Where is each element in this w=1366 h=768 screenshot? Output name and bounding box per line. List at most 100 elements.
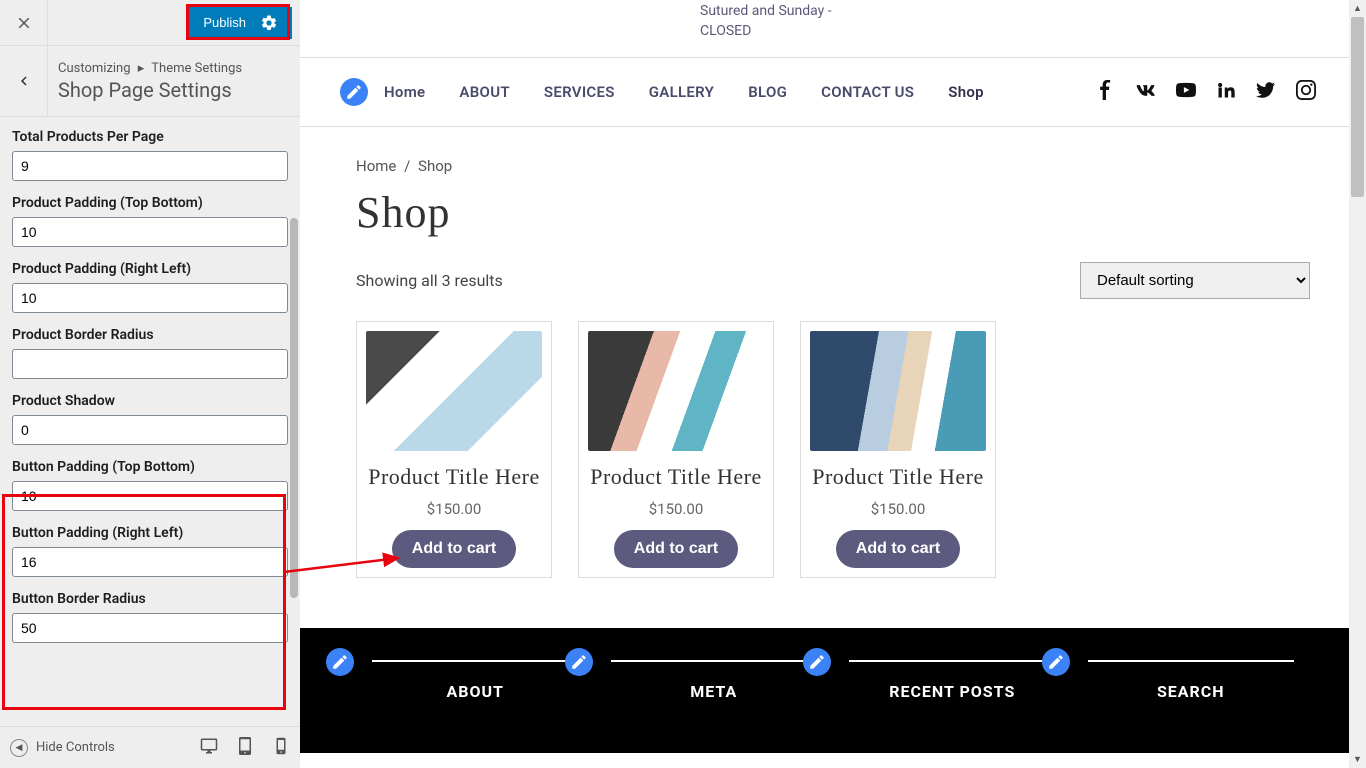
edit-shortcut-button[interactable] <box>1042 648 1070 676</box>
label-total-products: Total Products Per Page <box>12 129 288 145</box>
input-padding-tb[interactable] <box>12 217 288 247</box>
main-nav: Home ABOUT SERVICES GALLERY BLOG CONTACT… <box>300 57 1366 127</box>
facebook-icon[interactable] <box>1096 80 1116 105</box>
input-btn-border-radius[interactable] <box>12 613 288 643</box>
scroll-thumb[interactable] <box>1351 17 1364 197</box>
nav-home[interactable]: Home <box>384 83 425 101</box>
hours-line2: CLOSED <box>700 22 832 42</box>
vk-icon[interactable] <box>1136 80 1156 105</box>
breadcrumb-sep: ▸ <box>138 61 145 76</box>
label-btn-padding-rl: Button Padding (Right Left) <box>12 525 288 541</box>
label-btn-padding-tb: Button Padding (Top Bottom) <box>12 459 288 475</box>
desktop-icon[interactable] <box>200 737 218 759</box>
page-title: Shop <box>356 187 1310 238</box>
label-padding-tb: Product Padding (Top Bottom) <box>12 195 288 211</box>
input-padding-rl[interactable] <box>12 283 288 313</box>
input-total-products[interactable] <box>12 151 288 181</box>
add-to-cart-button[interactable]: Add to cart <box>392 530 516 568</box>
section-title: Shop Page Settings <box>58 78 242 102</box>
input-btn-padding-tb[interactable] <box>12 481 288 511</box>
nav-contact[interactable]: CONTACT US <box>821 83 914 101</box>
controls-panel: Total Products Per Page Product Padding … <box>0 117 300 726</box>
product-price: $150.00 <box>588 500 764 518</box>
instagram-icon[interactable] <box>1296 80 1316 105</box>
product-image[interactable] <box>366 331 542 451</box>
collapse-icon: ◀ <box>10 739 28 757</box>
label-padding-rl: Product Padding (Right Left) <box>12 261 288 277</box>
device-switcher <box>200 737 290 759</box>
breadcrumb-leaf: Theme Settings <box>151 61 242 76</box>
hours-text: Sutured and Sunday - CLOSED <box>700 2 832 41</box>
scroll-track[interactable] <box>1349 17 1366 751</box>
preview-topbar: Sutured and Sunday - CLOSED <box>300 0 1366 57</box>
sidebar-header: Customizing ▸ Theme Settings Shop Page S… <box>0 46 300 117</box>
nav-about[interactable]: ABOUT <box>459 83 509 101</box>
field-btn-padding-tb: Button Padding (Top Bottom) <box>12 459 288 511</box>
close-button[interactable] <box>0 0 48 45</box>
footer-col-meta: META <box>595 660 834 701</box>
edit-shortcut-button[interactable] <box>340 78 368 106</box>
pencil-icon <box>331 653 349 671</box>
footer-col-recent: RECENT POSTS <box>833 660 1072 701</box>
label-btn-border-radius: Button Border Radius <box>12 591 288 607</box>
scroll-down-arrow[interactable]: ▼ <box>1349 751 1366 768</box>
mobile-icon[interactable] <box>272 737 290 759</box>
nav-gallery[interactable]: GALLERY <box>649 83 714 101</box>
tablet-icon[interactable] <box>236 737 254 759</box>
shop-breadcrumb: Home / Shop <box>356 157 1310 175</box>
breadcrumb: Customizing ▸ Theme Settings <box>58 61 242 76</box>
input-btn-padding-rl[interactable] <box>12 547 288 577</box>
footer-col-search: SEARCH <box>1072 660 1311 701</box>
scroll-up-arrow[interactable]: ▲ <box>1349 0 1366 17</box>
field-border-radius: Product Border Radius <box>12 327 288 379</box>
hide-controls-label: Hide Controls <box>36 740 115 755</box>
field-padding-tb: Product Padding (Top Bottom) <box>12 195 288 247</box>
preview-pane: Sutured and Sunday - CLOSED Home ABOUT S… <box>300 0 1366 768</box>
product-card: Product Title Here $150.00 Add to cart <box>578 321 774 578</box>
sidebar-scrollbar[interactable] <box>286 118 300 700</box>
crumb-home[interactable]: Home <box>356 157 396 175</box>
sidebar-topbar: Publish <box>0 0 300 46</box>
edit-shortcut-button[interactable] <box>326 648 354 676</box>
twitter-icon[interactable] <box>1256 80 1276 105</box>
input-border-radius[interactable] <box>12 349 288 379</box>
add-to-cart-button[interactable]: Add to cart <box>836 530 960 568</box>
product-title[interactable]: Product Title Here <box>810 463 986 492</box>
preview-scrollbar[interactable]: ▲ ▼ <box>1349 0 1366 768</box>
product-image[interactable] <box>810 331 986 451</box>
add-to-cart-button[interactable]: Add to cart <box>614 530 738 568</box>
hide-controls-button[interactable]: ◀ Hide Controls <box>10 739 115 757</box>
linkedin-icon[interactable] <box>1216 80 1236 105</box>
hours-line1: Sutured and Sunday - <box>700 2 832 22</box>
publish-button[interactable]: Publish <box>189 7 292 39</box>
product-title[interactable]: Product Title Here <box>588 463 764 492</box>
edit-shortcut-button[interactable] <box>565 648 593 676</box>
edit-shortcut-button[interactable] <box>803 648 831 676</box>
youtube-icon[interactable] <box>1176 80 1196 105</box>
results-count: Showing all 3 results <box>356 271 503 290</box>
footer-col-title: SEARCH <box>1088 660 1295 701</box>
shop-content: Home / Shop Shop Showing all 3 results D… <box>300 127 1366 628</box>
sort-select[interactable]: Default sorting <box>1080 262 1310 299</box>
sidebar-footer: ◀ Hide Controls <box>0 726 300 768</box>
product-card: Product Title Here $150.00 Add to cart <box>356 321 552 578</box>
field-btn-border-radius: Button Border Radius <box>12 591 288 643</box>
nav-services[interactable]: SERVICES <box>544 83 615 101</box>
product-grid: Product Title Here $150.00 Add to cart P… <box>356 321 1310 578</box>
chevron-left-icon <box>15 72 33 90</box>
product-image[interactable] <box>588 331 764 451</box>
pencil-icon <box>1047 653 1065 671</box>
product-price: $150.00 <box>366 500 542 518</box>
crumb-sep: / <box>404 157 410 175</box>
sidebar-scrollbar-thumb[interactable] <box>290 218 298 598</box>
label-shadow: Product Shadow <box>12 393 288 409</box>
back-button[interactable] <box>0 46 48 116</box>
input-shadow[interactable] <box>12 415 288 445</box>
product-title[interactable]: Product Title Here <box>366 463 542 492</box>
customizer-sidebar: Publish Customizing ▸ Theme Settings Sho… <box>0 0 300 768</box>
label-border-radius: Product Border Radius <box>12 327 288 343</box>
field-total-products: Total Products Per Page <box>12 129 288 181</box>
nav-blog[interactable]: BLOG <box>748 83 787 101</box>
footer-col-title: META <box>611 660 818 701</box>
nav-shop[interactable]: Shop <box>948 83 984 101</box>
